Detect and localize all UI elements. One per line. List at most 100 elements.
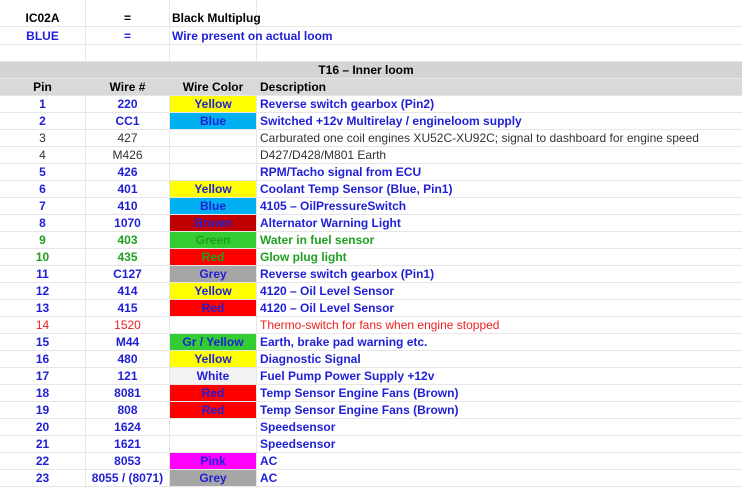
wire-color-cell[interactable]: Blue <box>170 198 256 214</box>
table-row[interactable]: 19 808 Red Temp Sensor Engine Fans (Brown) <box>0 402 742 419</box>
legend-row[interactable]: BLUE = Wire present on actual loom <box>0 28 742 45</box>
description-cell[interactable]: Coolant Temp Sensor (Blue, Pin1) <box>258 181 742 197</box>
wire-cell[interactable]: 121 <box>86 368 169 384</box>
wire-color-cell[interactable] <box>170 436 256 452</box>
table-row[interactable]: 8 1070 Brown Alternator Warning Light <box>0 215 742 232</box>
wire-color-cell[interactable]: Yellow <box>170 96 256 112</box>
wire-color-cell[interactable] <box>170 164 256 180</box>
description-cell[interactable]: Reverse switch gearbox (Pin2) <box>258 96 742 112</box>
wire-color-cell[interactable]: Grey <box>170 470 256 486</box>
description-cell[interactable]: Water in fuel sensor <box>258 232 742 248</box>
description-cell[interactable]: Temp Sensor Engine Fans (Brown) <box>258 402 742 418</box>
description-cell[interactable]: 4120 – Oil Level Sensor <box>258 283 742 299</box>
pin-cell[interactable]: 6 <box>0 181 85 197</box>
wire-cell[interactable]: 1621 <box>86 436 169 452</box>
table-row[interactable]: 5 426 RPM/Tacho signal from ECU <box>0 164 742 181</box>
wire-color-cell[interactable]: Grey <box>170 266 256 282</box>
description-cell[interactable]: Fuel Pump Power Supply +12v <box>258 368 742 384</box>
pin-cell[interactable]: 10 <box>0 249 85 265</box>
wire-cell[interactable]: 427 <box>86 130 169 146</box>
description-cell[interactable]: AC <box>258 453 742 469</box>
table-row[interactable]: 9 403 Green Water in fuel sensor <box>0 232 742 249</box>
description-cell[interactable]: Glow plug light <box>258 249 742 265</box>
pin-cell[interactable]: 4 <box>0 147 85 163</box>
table-row[interactable]: 18 8081 Red Temp Sensor Engine Fans (Brown) <box>0 385 742 402</box>
pin-cell[interactable]: 20 <box>0 419 85 435</box>
wire-cell[interactable]: CC1 <box>86 113 169 129</box>
pin-cell[interactable]: 23 <box>0 470 85 486</box>
table-row[interactable]: 13 415 Red 4120 – Oil Level Sensor <box>0 300 742 317</box>
wire-color-cell[interactable]: Yellow <box>170 283 256 299</box>
wire-color-cell[interactable] <box>170 317 256 333</box>
pin-cell[interactable]: 14 <box>0 317 85 333</box>
description-cell[interactable]: Reverse switch gearbox (Pin1) <box>258 266 742 282</box>
table-row[interactable]: 21 1621 Speedsensor <box>0 436 742 453</box>
table-row[interactable]: 1 220 Yellow Reverse switch gearbox (Pin2) <box>0 96 742 113</box>
wire-cell[interactable]: 401 <box>86 181 169 197</box>
wire-color-cell[interactable]: Blue <box>170 113 256 129</box>
wire-color-cell[interactable]: Red <box>170 249 256 265</box>
table-row[interactable]: 20 1624 Speedsensor <box>0 419 742 436</box>
wire-cell[interactable]: 1520 <box>86 317 169 333</box>
pin-cell[interactable]: 8 <box>0 215 85 231</box>
description-cell[interactable]: Alternator Warning Light <box>258 215 742 231</box>
wire-cell[interactable]: 480 <box>86 351 169 367</box>
table-row[interactable]: 10 435 Red Glow plug light <box>0 249 742 266</box>
wire-color-cell[interactable]: Gr / Yellow <box>170 334 256 350</box>
description-cell[interactable]: Carburated one coil engines XU52C-XU92C;… <box>258 130 742 146</box>
description-cell[interactable]: AC <box>258 470 742 486</box>
wire-cell[interactable]: 403 <box>86 232 169 248</box>
description-cell[interactable]: Temp Sensor Engine Fans (Brown) <box>258 385 742 401</box>
table-row[interactable]: 14 1520 Thermo-switch for fans when engine… <box>0 317 742 334</box>
table-row[interactable]: 17 121 White Fuel Pump Power Supply +12v <box>0 368 742 385</box>
wire-color-cell[interactable] <box>170 147 256 163</box>
pin-cell[interactable]: 9 <box>0 232 85 248</box>
pin-cell[interactable]: 5 <box>0 164 85 180</box>
empty-row[interactable] <box>0 45 742 62</box>
pin-cell[interactable]: 2 <box>0 113 85 129</box>
wire-color-cell[interactable] <box>170 130 256 146</box>
legend-row[interactable]: IC02A = Black Multiplug <box>0 10 742 27</box>
table-row[interactable]: 22 8053 Pink AC <box>0 453 742 470</box>
description-cell[interactable]: 4120 – Oil Level Sensor <box>258 300 742 316</box>
wire-color-cell[interactable]: Red <box>170 402 256 418</box>
table-row[interactable]: 2 CC1 Blue Switched +12v Multirelay / engin… <box>0 113 742 130</box>
table-row[interactable]: 6 401 Yellow Coolant Temp Sensor (Blue, Pin… <box>0 181 742 198</box>
wire-cell[interactable]: 1070 <box>86 215 169 231</box>
wire-cell[interactable]: 8055 / (8071) <box>86 470 169 486</box>
pin-cell[interactable]: 1 <box>0 96 85 112</box>
wire-color-cell[interactable]: Red <box>170 385 256 401</box>
description-cell[interactable]: Speedsensor <box>258 419 742 435</box>
wire-color-cell[interactable]: Green <box>170 232 256 248</box>
pin-cell[interactable]: 13 <box>0 300 85 316</box>
pin-cell[interactable]: 12 <box>0 283 85 299</box>
wire-cell[interactable]: C127 <box>86 266 169 282</box>
pin-cell[interactable]: 15 <box>0 334 85 350</box>
wire-cell[interactable]: 8081 <box>86 385 169 401</box>
wire-cell[interactable]: 426 <box>86 164 169 180</box>
pin-cell[interactable]: 7 <box>0 198 85 214</box>
description-cell[interactable]: D427/D428/M801 Earth <box>258 147 742 163</box>
pin-cell[interactable]: 19 <box>0 402 85 418</box>
wire-cell[interactable]: 415 <box>86 300 169 316</box>
wire-cell[interactable]: 8053 <box>86 453 169 469</box>
wire-color-cell[interactable]: White <box>170 368 256 384</box>
wire-color-cell[interactable]: Red <box>170 300 256 316</box>
wire-cell[interactable]: 435 <box>86 249 169 265</box>
wire-color-cell[interactable]: Pink <box>170 453 256 469</box>
pin-cell[interactable]: 21 <box>0 436 85 452</box>
description-cell[interactable]: Switched +12v Multirelay / engineloom su… <box>258 113 742 129</box>
pin-cell[interactable]: 11 <box>0 266 85 282</box>
table-row[interactable]: 4 M426 D427/D428/M801 Earth <box>0 147 742 164</box>
pin-cell[interactable]: 3 <box>0 130 85 146</box>
description-cell[interactable]: Earth, brake pad warning etc. <box>258 334 742 350</box>
table-row[interactable]: 11 C127 Grey Reverse switch gearbox (Pin1) <box>0 266 742 283</box>
pin-cell[interactable]: 16 <box>0 351 85 367</box>
wire-color-cell[interactable]: Yellow <box>170 181 256 197</box>
table-row[interactable]: 3 427 Carburated one coil engines XU52C-XU… <box>0 130 742 147</box>
wire-cell[interactable]: 808 <box>86 402 169 418</box>
wire-cell[interactable]: 1624 <box>86 419 169 435</box>
wire-color-cell[interactable]: Brown <box>170 215 256 231</box>
table-row[interactable]: 16 480 Yellow Diagnostic Signal <box>0 351 742 368</box>
wire-cell[interactable]: 220 <box>86 96 169 112</box>
